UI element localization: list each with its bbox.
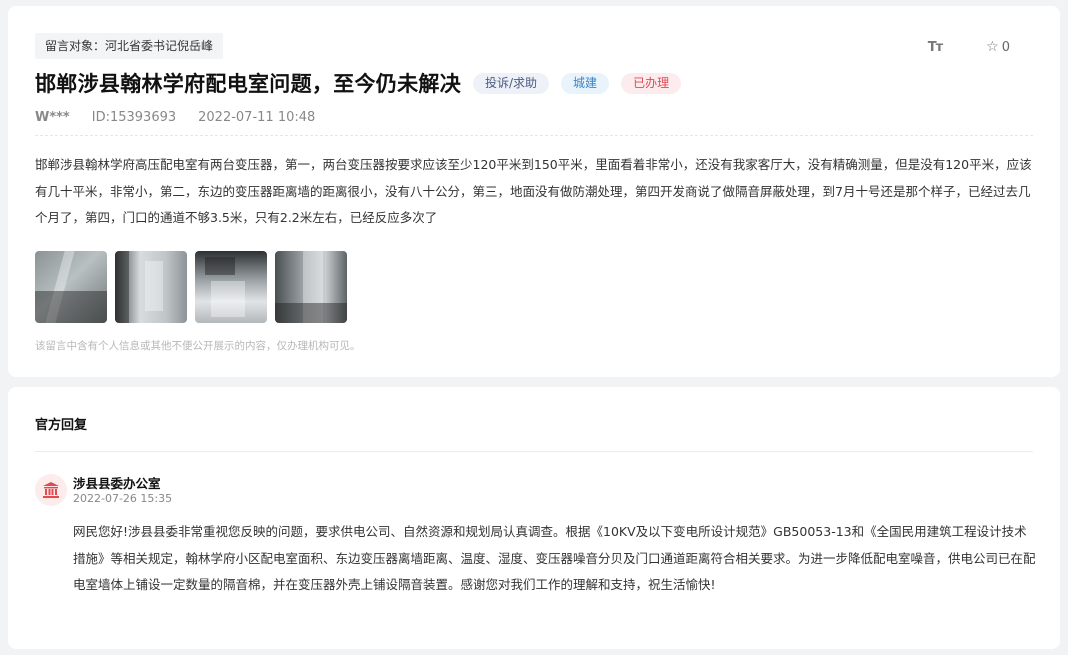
image-thumbnail[interactable] (195, 251, 267, 323)
favorite-count: 0 (1001, 39, 1010, 55)
message-content: 邯郸涉县翰林学府高压配电室有两台变压器，第一，两台变压器按要求应该至少120平米… (35, 157, 1032, 225)
privacy-notice: 该留言中含有个人信息或其他不便公开展示的内容，仅办理机构可见。 (35, 340, 361, 352)
divider (35, 135, 1033, 136)
star-icon: ☆ (986, 39, 999, 55)
message-meta: W*** ID:15393693 2022-07-11 10:48 (35, 110, 337, 125)
divider (35, 451, 1033, 452)
reply-heading: 官方回复 (35, 418, 88, 433)
reply-datetime: 2022-07-26 15:35 (73, 492, 173, 505)
image-thumbnail[interactable] (115, 251, 187, 323)
title-row: 邯郸涉县翰林学府配电室问题，至今仍未解决 投诉/求助 城建 已办理 (35, 68, 682, 98)
message-card: 留言对象：河北省委书记倪岳峰 Tт ☆ 0 邯郸涉县翰林学府配电室问题，至今仍未… (8, 6, 1060, 377)
image-gallery (35, 251, 355, 323)
status-badge: 已办理 (621, 72, 682, 94)
type-badge: 投诉/求助 (473, 72, 550, 94)
message-tools: Tт ☆ 0 (928, 39, 1010, 55)
reply-org-name: 涉县县委办公室 (73, 476, 161, 491)
message-title: 邯郸涉县翰林学府配电室问题，至今仍未解决 (35, 72, 461, 96)
author-name: W*** (35, 110, 70, 125)
category-badge: 城建 (561, 72, 610, 94)
avatar (35, 474, 67, 506)
reply-content: 网民您好!涉县县委非常重视您反映的问题，要求供电公司、自然资源和规划局认真调查。… (73, 524, 1036, 592)
image-thumbnail[interactable] (35, 251, 107, 323)
image-thumbnail[interactable] (275, 251, 347, 323)
message-target-tag: 留言对象：河北省委书记倪岳峰 (35, 33, 224, 59)
message-datetime: 2022-07-11 10:48 (198, 110, 316, 125)
favorite-button[interactable]: ☆ 0 (986, 39, 1010, 55)
reply-card: 官方回复 涉县县委办公室 2022-07-26 15:35 网民您好!涉县县委非… (8, 387, 1060, 649)
font-size-icon[interactable]: Tт (928, 40, 943, 55)
message-id: ID:15393693 (91, 110, 177, 125)
government-building-icon (43, 482, 59, 498)
